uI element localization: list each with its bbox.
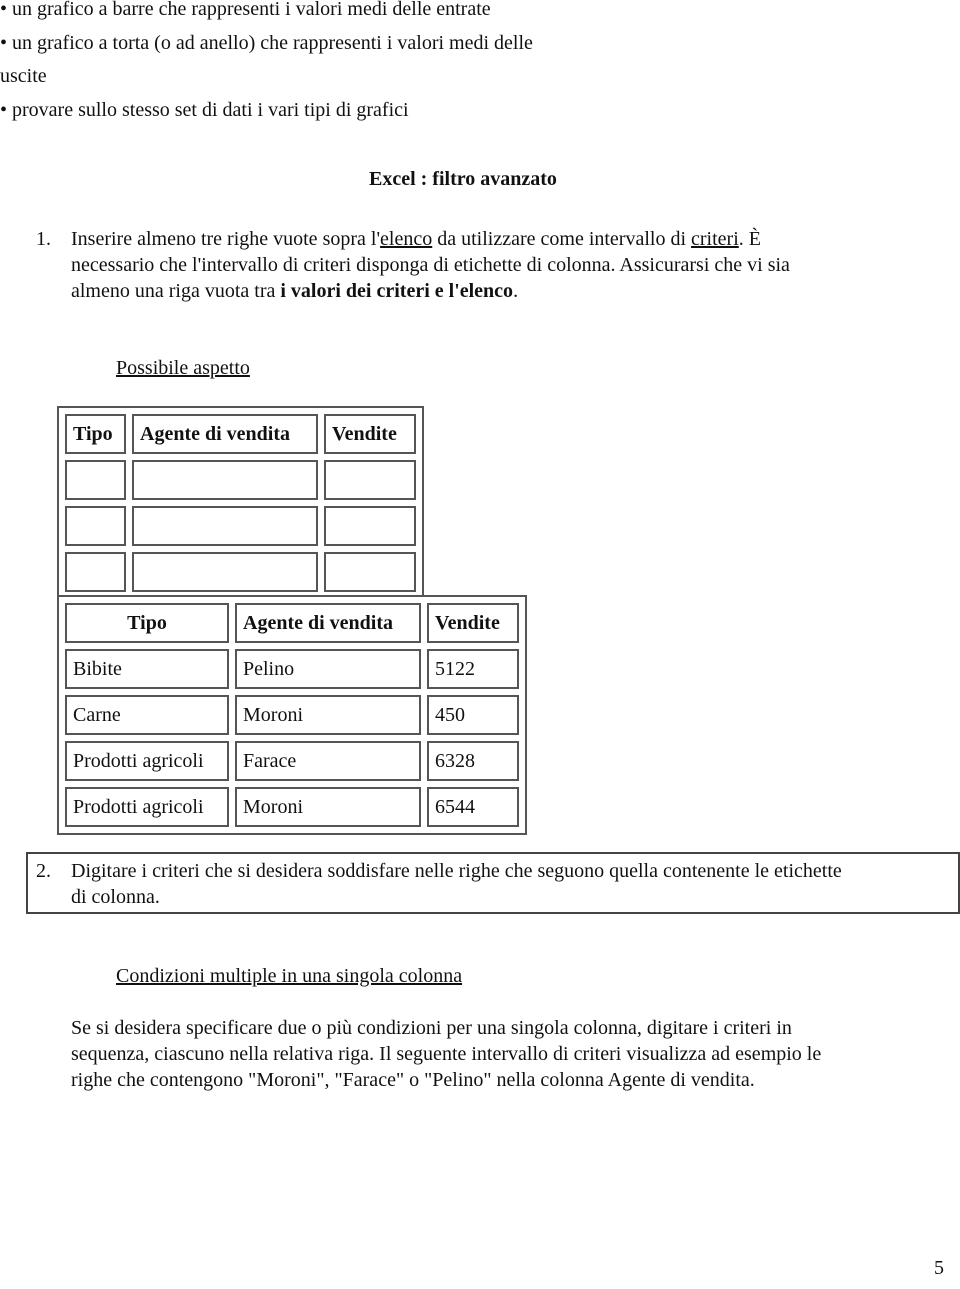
- criteria-header-vendite: Vendite: [324, 414, 416, 454]
- step1-text: . È: [738, 228, 761, 250]
- cell-tipo: Carne: [65, 695, 229, 735]
- step2-line1: Digitare i criteri che si desidera soddi…: [71, 860, 842, 882]
- section-title: Excel : filtro avanzato: [369, 168, 557, 190]
- cell-vendite: 6328: [427, 741, 519, 781]
- step1-text: da utilizzare come intervallo di: [432, 228, 692, 250]
- table-row: Prodotti agricoli Farace 6328: [65, 741, 519, 781]
- step1-line3: almeno una riga vuota tra i valori dei c…: [71, 279, 518, 303]
- criteria-cell[interactable]: [65, 552, 126, 592]
- criteria-header-tipo: Tipo: [65, 414, 126, 454]
- step1-line2: necessario che l'intervallo di criteri d…: [71, 254, 790, 276]
- criteria-header-row: Tipo Agente di vendita Vendite: [65, 414, 416, 454]
- table-row: Prodotti agricoli Moroni 6544: [65, 787, 519, 827]
- bullet-chart-types: • provare sullo stesso set di dati i var…: [0, 99, 409, 121]
- cell-agente: Farace: [235, 741, 421, 781]
- criteria-row: [65, 460, 416, 500]
- cell-tipo: Bibite: [65, 649, 229, 689]
- list-header-row: Tipo Agente di vendita Vendite: [65, 603, 519, 643]
- criteria-row: [65, 506, 416, 546]
- bullet-pie-chart-cont: uscite: [0, 65, 47, 87]
- step1-text: Inserire almeno tre righe vuote sopra l': [71, 228, 381, 250]
- cell-vendite: 6544: [427, 787, 519, 827]
- page-number: 5: [934, 1257, 944, 1279]
- step1-number: 1.: [36, 228, 51, 250]
- list-table: Tipo Agente di vendita Vendite Bibite Pe…: [57, 595, 527, 835]
- cell-agente: Pelino: [235, 649, 421, 689]
- criteria-row: [65, 552, 416, 592]
- criteria-cell[interactable]: [132, 460, 318, 500]
- criteria-cell[interactable]: [324, 460, 416, 500]
- criteria-cell[interactable]: [324, 552, 416, 592]
- step2-line2: di colonna.: [71, 886, 160, 908]
- bullet-pie-chart: • un grafico a torta (o ad anello) che r…: [0, 32, 533, 54]
- step2-number: 2.: [36, 860, 51, 882]
- step1-line1: Inserire almeno tre righe vuote sopra l'…: [71, 227, 761, 251]
- criteria-cell[interactable]: [65, 506, 126, 546]
- paragraph-line: righe che contengono "Moroni", "Farace" …: [71, 1069, 755, 1091]
- step1-bold-text: i valori dei criteri e l'elenco: [280, 280, 514, 302]
- cell-tipo: Prodotti agricoli: [65, 787, 229, 827]
- subsection-title: Condizioni multiple in una singola colon…: [116, 964, 462, 988]
- bullet-bar-chart: • un grafico a barre che rappresenti i v…: [0, 0, 491, 20]
- criteri-link[interactable]: criteri: [691, 228, 739, 250]
- possible-aspect-text: Possibile aspetto: [116, 357, 250, 379]
- paragraph-line: sequenza, ciascuno nella relativa riga. …: [71, 1043, 822, 1065]
- criteria-cell[interactable]: [65, 460, 126, 500]
- list-header-tipo: Tipo: [65, 603, 229, 643]
- paragraph-line: Se si desidera specificare due o più con…: [71, 1017, 792, 1039]
- table-row: Carne Moroni 450: [65, 695, 519, 735]
- criteria-cell[interactable]: [132, 552, 318, 592]
- table-row: Bibite Pelino 5122: [65, 649, 519, 689]
- criteria-table: Tipo Agente di vendita Vendite: [57, 406, 424, 600]
- criteria-header-agente: Agente di vendita: [132, 414, 318, 454]
- elenco-link[interactable]: elenco: [380, 228, 432, 250]
- cell-agente: Moroni: [235, 695, 421, 735]
- step1-text: almeno una riga vuota tra: [71, 280, 281, 302]
- cell-tipo: Prodotti agricoli: [65, 741, 229, 781]
- subsection-title-text: Condizioni multiple in una singola colon…: [116, 965, 463, 987]
- step2-box: 2. Digitare i criteri che si desidera so…: [26, 852, 960, 914]
- criteria-cell[interactable]: [324, 506, 416, 546]
- list-header-agente: Agente di vendita: [235, 603, 421, 643]
- criteria-cell[interactable]: [132, 506, 318, 546]
- step1-text: .: [513, 280, 519, 302]
- list-header-vendite: Vendite: [427, 603, 519, 643]
- cell-agente: Moroni: [235, 787, 421, 827]
- cell-vendite: 450: [427, 695, 519, 735]
- possible-aspect-label: Possibile aspetto: [116, 356, 250, 380]
- cell-vendite: 5122: [427, 649, 519, 689]
